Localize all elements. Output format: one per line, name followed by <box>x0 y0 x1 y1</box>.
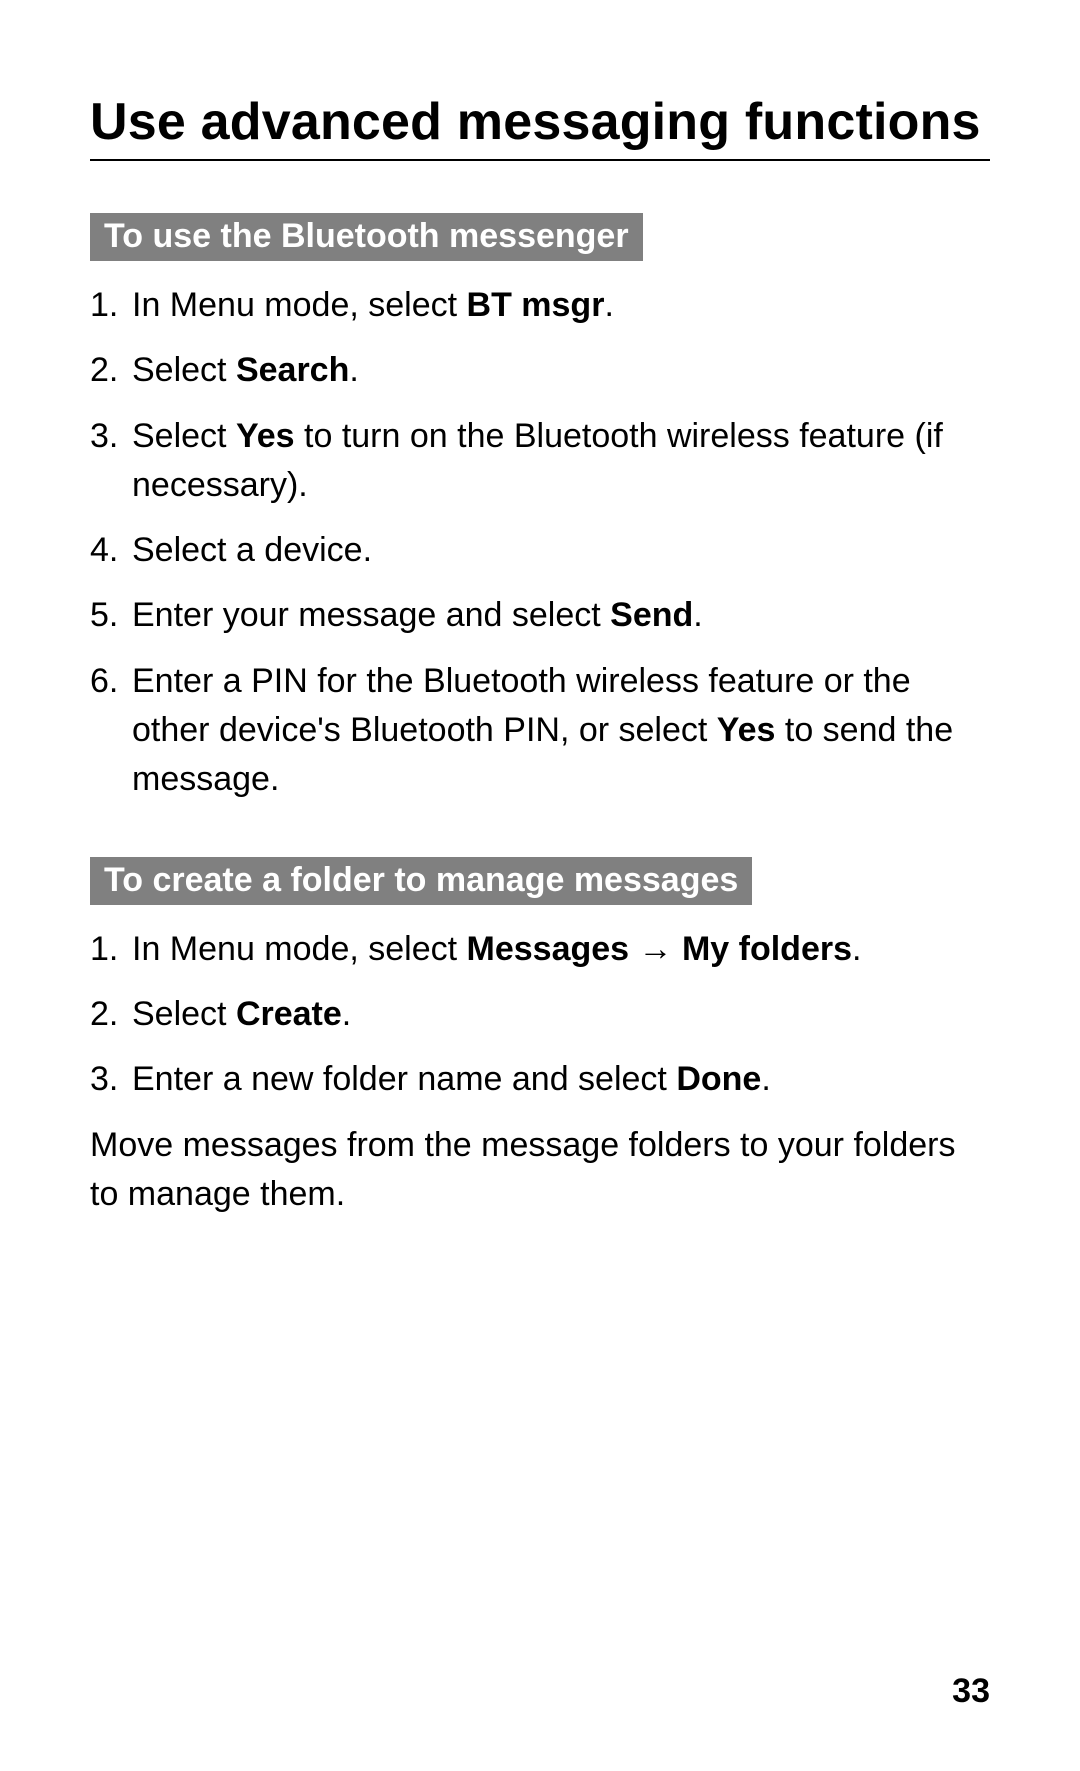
bold-text: Done <box>676 1060 761 1098</box>
list-item: In Menu mode, select Messages → My folde… <box>90 925 990 974</box>
bold-text: Yes <box>717 711 776 749</box>
text-run: Enter your message and select <box>132 596 610 634</box>
bold-text: BT msgr <box>467 286 605 324</box>
bold-text: Search <box>236 351 349 389</box>
text-run: Select <box>132 995 236 1033</box>
text-run: . <box>693 596 702 634</box>
text-run: . <box>349 351 358 389</box>
text-run: In Menu mode, select <box>132 930 467 968</box>
list-item: Enter a new folder name and select Done. <box>90 1055 990 1104</box>
list-item: In Menu mode, select BT msgr. <box>90 281 990 330</box>
section-header: To create a folder to manage messages <box>90 857 752 905</box>
text-run: → <box>629 930 682 968</box>
text-run: Move messages from the message folders t… <box>90 1126 956 1213</box>
page-title: Use advanced messaging functions <box>90 90 990 161</box>
bold-text: My folders <box>682 930 852 968</box>
text-run: Select <box>132 351 236 389</box>
bold-text: Messages <box>467 930 630 968</box>
list-item: Select a device. <box>90 526 990 575</box>
list-item: Enter your message and select Send. <box>90 591 990 640</box>
text-run: Select <box>132 417 236 455</box>
text-run: Enter a new folder name and select <box>132 1060 676 1098</box>
text-run: . <box>761 1060 770 1098</box>
bold-text: Create <box>236 995 342 1033</box>
bold-text: Yes <box>236 417 295 455</box>
list-item: Select Create. <box>90 990 990 1039</box>
section-header: To use the Bluetooth messenger <box>90 213 643 261</box>
document-page: Use advanced messaging functions To use … <box>0 0 1080 1771</box>
text-run: Select a device. <box>132 531 372 569</box>
text-run: . <box>604 286 613 324</box>
paragraph: Move messages from the message folders t… <box>90 1121 990 1220</box>
numbered-list: In Menu mode, select Messages → My folde… <box>90 925 990 1105</box>
list-item: Select Search. <box>90 346 990 395</box>
bold-text: Send <box>610 596 693 634</box>
text-run: . <box>342 995 351 1033</box>
page-number: 33 <box>952 1672 990 1711</box>
numbered-list: In Menu mode, select BT msgr.Select Sear… <box>90 281 990 805</box>
list-item: Select Yes to turn on the Bluetooth wire… <box>90 412 990 511</box>
list-item: Enter a PIN for the Bluetooth wireless f… <box>90 657 990 805</box>
text-run: . <box>852 930 861 968</box>
text-run: In Menu mode, select <box>132 286 467 324</box>
